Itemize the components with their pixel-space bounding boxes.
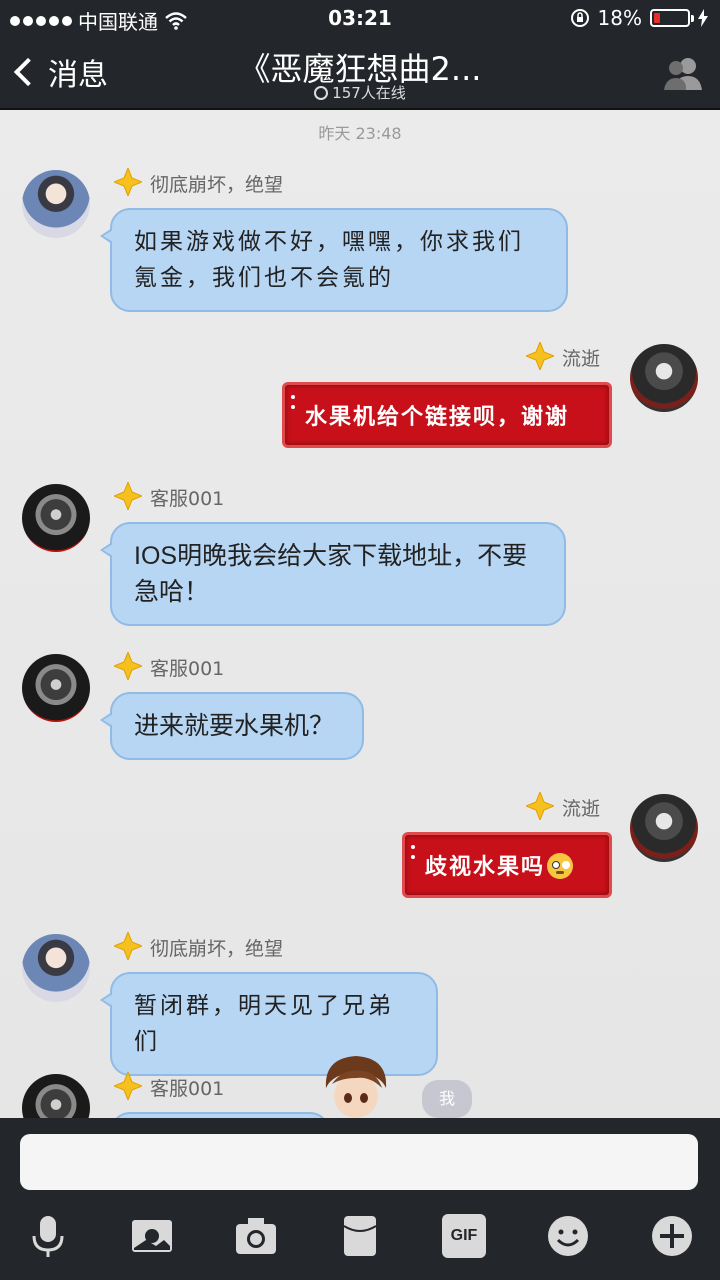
mascot-icon[interactable]: [318, 1054, 394, 1118]
status-bar: 中国联通 03:21 18%: [0, 0, 720, 36]
me-badge[interactable]: 我: [422, 1080, 472, 1118]
sender-name: 彻底崩坏，绝望: [150, 174, 284, 196]
message-bubble[interactable]: IOS明晚我会给大家下载地址，不要急哈！: [100, 522, 566, 626]
member-badge-icon: [114, 168, 142, 196]
bubble-decoration: [291, 395, 296, 409]
message-bubble[interactable]: 进来就要水果机？: [100, 692, 364, 760]
sender-name: 客服001: [150, 658, 225, 680]
message-timestamp: 昨天 23:48: [318, 124, 402, 143]
input-toolbar: GIF: [0, 1200, 720, 1280]
message-text: 歧视水果吗: [425, 854, 546, 880]
plus-icon[interactable]: [650, 1214, 694, 1258]
online-status: 157人在线: [0, 82, 720, 103]
flushed-emoji-icon: [547, 853, 574, 879]
message-bubble[interactable]: 如果游戏做不好，嘿嘿，你求我们氪金，我们也不会氪的: [100, 208, 568, 312]
sender-name: 客服001: [150, 1078, 225, 1100]
sender-name: 流逝: [562, 348, 601, 370]
emoji-icon[interactable]: [546, 1214, 590, 1258]
battery-fill: [654, 13, 660, 23]
battery-icon: [650, 9, 694, 27]
gif-icon[interactable]: GIF: [442, 1214, 486, 1258]
sender-name: 彻底崩坏，绝望: [150, 938, 284, 960]
avatar[interactable]: [22, 654, 90, 722]
status-right: 18%: [570, 6, 708, 30]
bubble-decoration: [411, 845, 416, 859]
avatar[interactable]: [22, 484, 90, 552]
camera-icon[interactable]: [234, 1214, 278, 1258]
image-icon[interactable]: [130, 1214, 174, 1258]
member-badge-icon: [526, 792, 554, 820]
chat-area[interactable]: 昨天 23:48 彻底崩坏，绝望 如果游戏做不好，嘿嘿，你求我们氪金，我们也不会…: [0, 110, 720, 1118]
avatar[interactable]: [22, 170, 90, 238]
member-badge-icon: [526, 342, 554, 370]
battery-percent: 18%: [597, 6, 642, 30]
message-text: 水果机给个链接呗，谢谢: [305, 404, 570, 430]
online-check-icon: [314, 86, 329, 100]
sender-name: 客服001: [150, 488, 225, 510]
message-input[interactable]: [20, 1134, 698, 1190]
message-bubble[interactable]: 水果机给个链接呗，谢谢: [282, 382, 612, 448]
sender-name: 流逝: [562, 798, 601, 820]
avatar[interactable]: [22, 1074, 90, 1118]
input-bar: [0, 1118, 720, 1200]
avatar[interactable]: [630, 344, 698, 412]
avatar[interactable]: [22, 934, 90, 1002]
group-members-icon[interactable]: [662, 56, 704, 92]
member-badge-icon: [114, 482, 142, 510]
member-badge-icon: [114, 932, 142, 960]
rotation-lock-icon: [570, 9, 589, 27]
member-badge-icon: [114, 652, 142, 680]
avatar[interactable]: [630, 794, 698, 862]
charging-bolt-icon: [698, 9, 708, 27]
microphone-icon[interactable]: [26, 1214, 70, 1258]
member-badge-icon: [114, 1072, 142, 1100]
nav-header: 消息 《恶魔狂想曲2... 157人在线: [0, 36, 720, 110]
message-bubble[interactable]: 歧视水果吗: [402, 832, 612, 898]
online-count: 157人在线: [332, 84, 406, 102]
red-packet-icon[interactable]: [338, 1214, 382, 1258]
